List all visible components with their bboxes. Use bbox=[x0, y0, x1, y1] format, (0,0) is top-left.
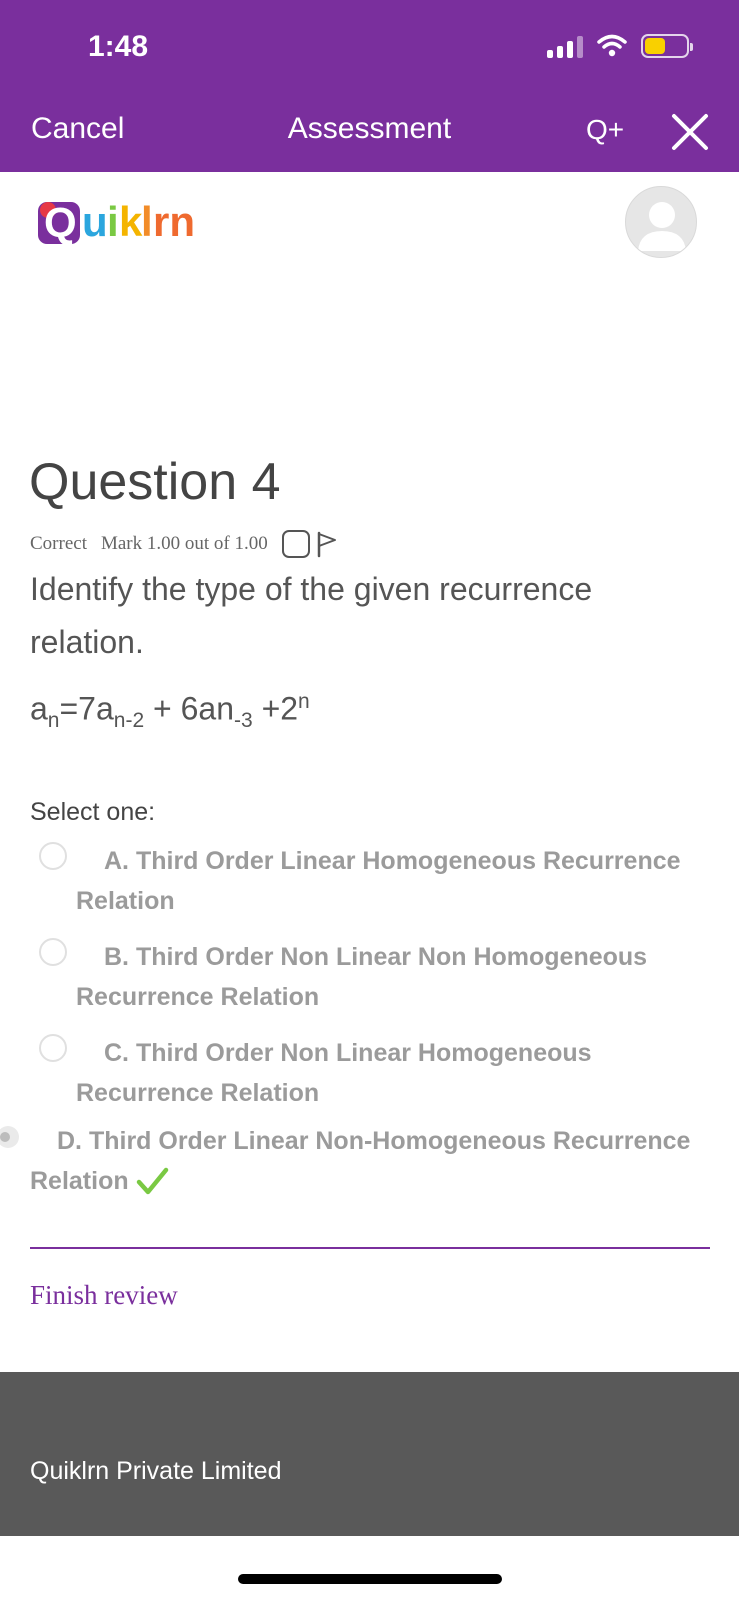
quiklrn-logo: Q u i k l rn bbox=[36, 196, 226, 252]
question-text: Identify the type of the given recurrenc… bbox=[30, 571, 593, 660]
flag-checkbox[interactable] bbox=[281, 530, 310, 558]
svg-text:l: l bbox=[141, 198, 153, 245]
svg-text:rn: rn bbox=[153, 198, 195, 245]
question-status: Correct bbox=[30, 533, 87, 554]
logo-mark-icon: Q u i k l rn bbox=[38, 198, 195, 246]
option-a-label[interactable]: A. Third Order Linear Homogeneous Recurr… bbox=[76, 841, 726, 921]
option-d-label[interactable]: D. Third Order Linear Non-Homogeneous Re… bbox=[30, 1121, 730, 1201]
wifi-icon bbox=[597, 34, 627, 57]
close-icon[interactable] bbox=[668, 110, 712, 154]
question-formula: an=7an-2 + 6an-3 +2n bbox=[30, 690, 310, 733]
select-one-label: Select one: bbox=[30, 798, 156, 826]
question-title: Question 4 bbox=[29, 453, 281, 511]
flag-icon[interactable] bbox=[316, 530, 338, 558]
option-c-radio[interactable] bbox=[39, 1034, 67, 1062]
question-mark: Mark 1.00 out of 1.00 bbox=[100, 533, 268, 554]
svg-text:Q: Q bbox=[44, 199, 77, 246]
home-indicator[interactable] bbox=[238, 1574, 502, 1584]
option-a-radio[interactable] bbox=[39, 842, 67, 870]
footer-company: Quiklrn Private Limited bbox=[30, 1457, 282, 1485]
status-time: 1:48 bbox=[88, 30, 149, 63]
svg-text:u: u bbox=[82, 198, 108, 245]
cancel-button[interactable]: Cancel bbox=[31, 112, 124, 146]
checkmark-icon bbox=[136, 1167, 168, 1195]
battery-icon bbox=[641, 34, 693, 58]
app-header: 1:48 Cancel Assessment Q+ bbox=[0, 0, 739, 172]
svg-text:i: i bbox=[107, 198, 119, 245]
question-meta: Correct Mark 1.00 out of 1.00 bbox=[30, 530, 338, 558]
status-icons bbox=[547, 34, 693, 58]
finish-review-link[interactable]: Finish review bbox=[30, 1280, 178, 1311]
option-b-radio[interactable] bbox=[39, 938, 67, 966]
divider bbox=[30, 1247, 710, 1249]
qplus-button[interactable]: Q+ bbox=[586, 114, 624, 146]
option-c-label[interactable]: C. Third Order Non Linear Homogeneous Re… bbox=[76, 1033, 726, 1113]
footer bbox=[0, 1372, 739, 1536]
svg-text:k: k bbox=[119, 198, 143, 245]
option-d-radio[interactable] bbox=[0, 1126, 19, 1148]
user-avatar-icon[interactable] bbox=[625, 186, 697, 258]
cellular-signal-icon bbox=[547, 34, 583, 58]
option-b-label[interactable]: B. Third Order Non Linear Non Homogeneou… bbox=[76, 937, 726, 1017]
